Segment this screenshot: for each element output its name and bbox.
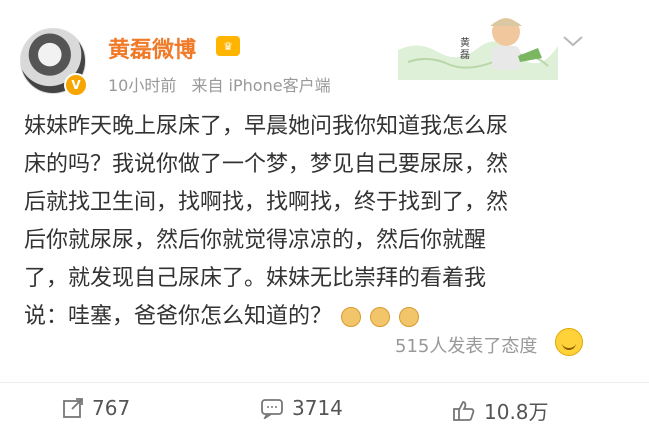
post-text-line: 后就找卫生间，找啊找，找啊找，终于找到了，然	[24, 190, 509, 215]
action-bar: 767 3714 10.8万	[0, 384, 649, 448]
username[interactable]: 黄磊微博	[108, 32, 196, 64]
svg-text:黄: 黄	[460, 36, 470, 49]
laughing-emoji-icon	[399, 307, 420, 327]
comment-count: 3714	[292, 396, 343, 420]
post-header: V 黄磊微博 ♛ 10小时前 来自 iPhone客户端 黄 磊	[0, 0, 649, 100]
share-count: 767	[92, 396, 131, 420]
post-source[interactable]: 来自 iPhone客户端	[191, 76, 330, 95]
chevron-down-icon[interactable]	[562, 34, 584, 48]
share-button[interactable]: 767	[62, 396, 130, 420]
like-button[interactable]: 10.8万	[452, 396, 549, 425]
member-badge-icon: ♛	[216, 36, 240, 56]
post-meta: 10小时前 来自 iPhone客户端	[108, 72, 341, 96]
post-text-line: 说：哇塞，爸爸你怎么知道的？	[24, 304, 333, 329]
post-text-line: 床的吗？我说你做了一个梦，梦见自己要尿尿，然	[24, 152, 509, 177]
attitude-count[interactable]: 515人发表了态度	[395, 332, 537, 358]
post-text-line: 后你就尿尿，然后你就觉得凉凉的，然后你就醒	[24, 228, 487, 253]
svg-text:磊: 磊	[460, 49, 470, 61]
post-text-line-last: 说：哇塞，爸爸你怎么知道的？	[24, 298, 624, 336]
comment-icon	[261, 399, 283, 419]
post-content: 妹妹昨天晚上尿床了，早晨她问我你知道我怎么尿 床的吗？我说你做了一个梦，梦见自己…	[24, 108, 624, 336]
laughing-emoji-icon	[370, 307, 391, 327]
post-text-line: 了，就发现自己尿床了。妹妹无比崇拜的看着我	[24, 266, 487, 291]
like-count: 10.8万	[484, 400, 549, 424]
post-time: 10小时前	[108, 76, 177, 95]
share-icon	[63, 398, 83, 418]
header-illustration: 黄 磊	[398, 18, 558, 80]
comment-button[interactable]: 3714	[260, 396, 343, 420]
divider	[0, 382, 649, 383]
thumbs-up-icon	[453, 400, 475, 421]
smile-emoji-icon[interactable]	[555, 328, 583, 356]
post-text-line: 妹妹昨天晚上尿床了，早晨她问我你知道我怎么尿	[24, 114, 509, 139]
verified-badge-icon: V	[64, 73, 88, 97]
laughing-emoji-icon	[341, 307, 362, 327]
